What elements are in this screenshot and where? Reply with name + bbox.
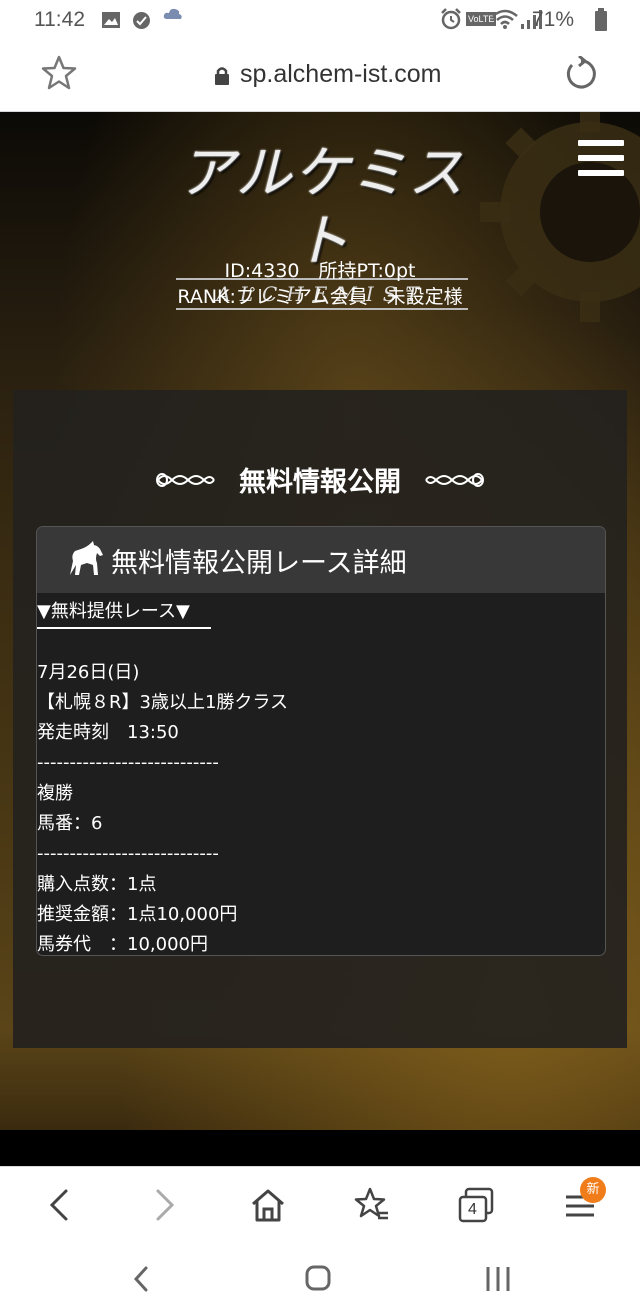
user-id-line: ID:4330 所持PT:0pt xyxy=(224,260,416,282)
status-bar: 11:42 VoLTE 71% xyxy=(0,0,640,40)
battery-percent: 71% xyxy=(532,8,575,31)
forward-arrow-icon[interactable] xyxy=(144,1185,184,1225)
status-time: 11:42 xyxy=(34,8,85,31)
purchase-count: 購入点数：1点 xyxy=(37,873,157,895)
check-circle-icon xyxy=(133,12,150,29)
recommended-amount: 推奨金額：1点10,000円 xyxy=(37,903,238,925)
browser-url-bar: sp.alchem-ist.com xyxy=(0,40,640,112)
tabs-button[interactable]: 4 xyxy=(456,1185,496,1225)
user-info: ID:4330 所持PT:0pt RANK:プレミアム会員 未設定様 xyxy=(0,258,640,310)
tab-count: 4 xyxy=(468,1201,477,1218)
card-title: 無料情報公開レース詳細 xyxy=(111,548,407,579)
user-rank-line: RANK:プレミアム会員 未設定様 xyxy=(177,286,463,308)
race-line xyxy=(37,627,605,657)
browser-toolbar: 4 新 xyxy=(0,1166,640,1246)
section-title: 無料情報公開 xyxy=(13,460,627,500)
new-badge: 新 xyxy=(580,1177,606,1203)
card-header: 無料情報公開レース詳細 xyxy=(37,527,605,593)
race-line: ▼無料提供レース▼ xyxy=(37,597,605,629)
reload-icon[interactable] xyxy=(562,56,600,94)
battery-icon xyxy=(595,8,607,31)
ornament-right-icon xyxy=(425,472,485,487)
race-detail-card: 無料情報公開レース詳細 ▼無料提供レース▼ 7月26日(日) 【札幌８R】3歳以… xyxy=(36,526,606,956)
back-arrow-icon[interactable] xyxy=(40,1185,80,1225)
home-icon[interactable] xyxy=(248,1185,288,1225)
race-date: 7月26日(日) xyxy=(37,661,140,683)
system-back-icon[interactable] xyxy=(122,1264,162,1294)
alarm-icon xyxy=(441,8,461,30)
content-panel: 無料情報公開 無料情報公開レース詳細 ▼無料提供レース▼ 7月26日(日) 【札… xyxy=(13,390,627,1048)
bookmark-star-icon[interactable] xyxy=(40,54,78,92)
cloud-icon xyxy=(163,8,182,19)
race-name: 【札幌８R】3歳以上1勝クラス xyxy=(37,691,289,713)
card-body: ▼無料提供レース▼ 7月26日(日) 【札幌８R】3歳以上1勝クラス 発走時刻 … xyxy=(37,593,605,956)
wifi-icon xyxy=(492,9,518,29)
section-title-text: 無料情報公開 xyxy=(239,467,401,498)
bet-type: 複勝 xyxy=(37,782,73,804)
ornament-left-icon xyxy=(155,472,215,487)
image-icon xyxy=(102,12,120,28)
page-footer-bar xyxy=(0,1130,640,1166)
system-recents-icon[interactable] xyxy=(478,1264,518,1294)
horse-number: 馬番：6 xyxy=(37,813,103,835)
horse-icon xyxy=(70,541,103,575)
race-start-time: 発走時刻 13:50 xyxy=(37,722,179,744)
separator-line: ---------------------------- xyxy=(37,752,219,774)
web-page: アルケミスト ALCHEMIST ID:4330 所持PT:0pt RANK:プ… xyxy=(0,112,640,1132)
free-race-heading: ▼無料提供レース▼ xyxy=(37,597,211,629)
lock-icon xyxy=(215,67,229,85)
bookmarks-icon[interactable] xyxy=(352,1185,392,1225)
separator-line: ---------------------------- xyxy=(37,843,219,865)
url-text[interactable]: sp.alchem-ist.com xyxy=(240,60,441,89)
system-navigation-bar xyxy=(0,1246,640,1316)
system-home-icon[interactable] xyxy=(298,1264,338,1294)
hamburger-menu-icon[interactable] xyxy=(578,140,624,180)
logo-japanese: アルケミスト xyxy=(178,141,466,274)
ticket-cost: 馬券代 ：10,000円 xyxy=(37,934,208,956)
